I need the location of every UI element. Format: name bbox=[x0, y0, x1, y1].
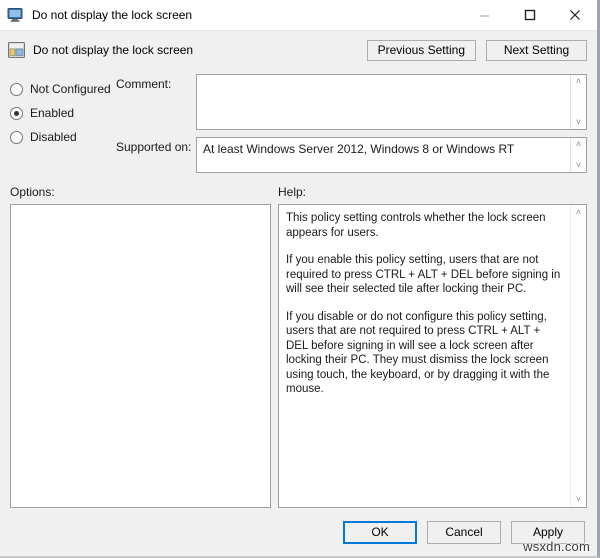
radio-not-configured[interactable]: Not Configured bbox=[10, 77, 116, 101]
supported-on-field[interactable]: At least Windows Server 2012, Windows 8 … bbox=[196, 137, 587, 173]
window-title: Do not display the lock screen bbox=[32, 8, 462, 22]
chevron-up-icon[interactable]: ˄ bbox=[576, 77, 581, 86]
radio-disabled-mark bbox=[10, 131, 23, 144]
setting-navigation: Previous Setting Next Setting bbox=[367, 40, 587, 61]
close-icon[interactable] bbox=[552, 0, 597, 30]
supported-on-label: Supported on: bbox=[116, 130, 196, 154]
ok-button[interactable]: OK bbox=[343, 521, 417, 544]
setting-header: Do not display the lock screen Previous … bbox=[0, 31, 597, 69]
comment-row: Comment: ˄ ˅ bbox=[116, 74, 587, 130]
comment-label: Comment: bbox=[116, 74, 196, 91]
section-labels: Options: Help: bbox=[0, 173, 597, 204]
radio-disabled[interactable]: Disabled bbox=[10, 125, 116, 149]
radio-enabled[interactable]: Enabled bbox=[10, 101, 116, 125]
previous-setting-button[interactable]: Previous Setting bbox=[367, 40, 476, 61]
chevron-up-icon[interactable]: ˄ bbox=[576, 140, 581, 149]
window-controls bbox=[462, 0, 597, 30]
help-scrollbar[interactable]: ˄ ˅ bbox=[570, 205, 586, 507]
supported-on-scrollbar[interactable]: ˄ ˅ bbox=[570, 138, 586, 172]
cancel-button[interactable]: Cancel bbox=[427, 521, 501, 544]
next-setting-button[interactable]: Next Setting bbox=[486, 40, 587, 61]
radio-enabled-mark bbox=[10, 107, 23, 120]
field-column: Comment: ˄ ˅ Supported on: At least Wind… bbox=[116, 74, 587, 173]
monitor-icon bbox=[7, 7, 25, 23]
chevron-down-icon[interactable]: ˅ bbox=[576, 495, 581, 504]
supported-on-value: At least Windows Server 2012, Windows 8 … bbox=[197, 138, 570, 172]
radio-not-configured-label: Not Configured bbox=[30, 82, 111, 96]
setting-title: Do not display the lock screen bbox=[33, 43, 367, 57]
supported-on-row: Supported on: At least Windows Server 20… bbox=[116, 130, 587, 173]
options-panel[interactable] bbox=[10, 204, 271, 508]
panels: This policy setting controls whether the… bbox=[0, 204, 597, 508]
radio-enabled-label: Enabled bbox=[30, 106, 74, 120]
setting-state-and-fields: Not Configured Enabled Disabled Comment:… bbox=[0, 69, 597, 173]
comment-input[interactable] bbox=[197, 75, 570, 129]
dialog-footer: OK Cancel Apply wsxdn.com bbox=[0, 508, 597, 556]
policy-setting-icon bbox=[8, 42, 25, 58]
help-label: Help: bbox=[278, 185, 587, 199]
help-paragraph: This policy setting controls whether the… bbox=[286, 211, 562, 240]
help-paragraph: If you disable or do not configure this … bbox=[286, 310, 562, 397]
help-text: This policy setting controls whether the… bbox=[279, 205, 570, 507]
minimize-icon[interactable] bbox=[462, 0, 507, 30]
apply-button[interactable]: Apply bbox=[511, 521, 585, 544]
state-radio-group: Not Configured Enabled Disabled bbox=[10, 74, 116, 173]
chevron-down-icon[interactable]: ˅ bbox=[576, 161, 581, 170]
options-label: Options: bbox=[10, 185, 278, 199]
group-policy-setting-dialog: Do not display the lock screen bbox=[0, 0, 600, 558]
help-paragraph: If you enable this policy setting, users… bbox=[286, 253, 562, 297]
help-panel: This policy setting controls whether the… bbox=[278, 204, 587, 508]
radio-disabled-label: Disabled bbox=[30, 130, 77, 144]
chevron-down-icon[interactable]: ˅ bbox=[576, 118, 581, 127]
title-bar: Do not display the lock screen bbox=[0, 0, 597, 31]
maximize-icon[interactable] bbox=[507, 0, 552, 30]
comment-field[interactable]: ˄ ˅ bbox=[196, 74, 587, 130]
comment-scrollbar[interactable]: ˄ ˅ bbox=[570, 75, 586, 129]
radio-not-configured-mark bbox=[10, 83, 23, 96]
chevron-up-icon[interactable]: ˄ bbox=[576, 208, 581, 217]
